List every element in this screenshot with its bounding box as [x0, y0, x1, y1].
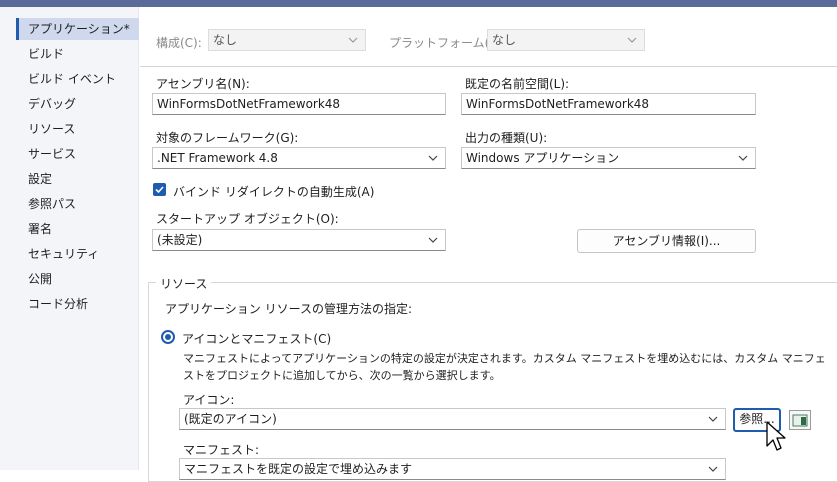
- manifest-dropdown[interactable]: マニフェストを既定の設定で埋め込みます: [179, 458, 726, 480]
- sidebar-item-label: デバッグ: [28, 97, 77, 111]
- sidebar-item-application[interactable]: アプリケーション*: [16, 18, 139, 40]
- icon-manifest-option-label[interactable]: アイコンとマニフェスト(C): [182, 330, 331, 347]
- sidebar-item-label: 参照パス: [28, 197, 77, 211]
- output-type-value: Windows アプリケーション: [466, 151, 620, 165]
- resources-description: アプリケーション リソースの管理方法の指定:: [165, 302, 413, 316]
- sidebar-item-label: ビルド イベント: [28, 72, 116, 86]
- icon-value: (既定のアイコン): [184, 412, 277, 426]
- platform-value: なし: [492, 33, 517, 47]
- target-framework-label: 対象のフレームワーク(G):: [156, 131, 299, 145]
- sidebar-item-label: 公開: [28, 272, 53, 286]
- target-framework-value: .NET Framework 4.8: [157, 151, 278, 165]
- assembly-info-button[interactable]: アセンブリ情報(I)...: [577, 229, 756, 253]
- chevron-down-icon: [737, 148, 749, 168]
- sidebar-item-label: サービス: [28, 147, 77, 161]
- manifest-help-line-2: ストをプロジェクトに追加してから、次の一覧から選択します。: [183, 369, 501, 382]
- sidebar-item-label: リソース: [28, 122, 76, 136]
- sidebar-item-label: ビルド: [28, 47, 65, 61]
- output-type-dropdown[interactable]: Windows アプリケーション: [461, 147, 756, 169]
- startup-object-dropdown[interactable]: (未設定): [152, 229, 446, 251]
- sidebar-item-reference-paths[interactable]: 参照パス: [16, 193, 139, 215]
- default-namespace-input[interactable]: WinFormsDotNetFramework48: [461, 93, 756, 115]
- configuration-value: なし: [213, 33, 238, 47]
- sidebar-item-label: 署名: [28, 222, 53, 236]
- manifest-help-line-1: マニフェストによってアプリケーションの特定の設定が決定されます。カスタム マニフ…: [183, 352, 826, 365]
- configuration-dropdown[interactable]: なし: [208, 29, 366, 51]
- mouse-cursor-icon: [765, 420, 787, 457]
- assembly-name-input[interactable]: WinFormsDotNetFramework48: [152, 93, 446, 115]
- chevron-down-icon: [347, 30, 359, 50]
- sidebar-item-settings[interactable]: 設定: [16, 168, 139, 190]
- sidebar-item-label: セキュリティ: [28, 247, 100, 261]
- sidebar-item-publish[interactable]: 公開: [16, 268, 139, 290]
- config-separator: [140, 66, 837, 67]
- sidebar-item-code-analysis[interactable]: コード分析: [16, 293, 139, 315]
- sidebar-item-label: 設定: [28, 172, 53, 186]
- auto-binding-label[interactable]: バインド リダイレクトの自動生成(A): [173, 183, 374, 200]
- sidebar-item-label: アプリケーション*: [28, 22, 130, 36]
- sidebar-item-security[interactable]: セキュリティ: [16, 243, 139, 265]
- startup-object-value: (未設定): [157, 233, 203, 247]
- sidebar-item-build-events[interactable]: ビルド イベント: [16, 68, 139, 90]
- chevron-down-icon: [427, 230, 439, 250]
- sidebar-item-signing[interactable]: 署名: [16, 218, 139, 240]
- manifest-label: マニフェスト:: [183, 443, 260, 457]
- default-namespace-label: 既定の名前空間(L):: [465, 77, 570, 91]
- window-titlebar-strip: [0, 0, 837, 7]
- assembly-name-value: WinFormsDotNetFramework48: [157, 97, 341, 111]
- application-icon: [792, 414, 808, 427]
- sidebar-item-label: コード分析: [28, 297, 89, 311]
- property-pages-sidebar: アプリケーション* ビルド ビルド イベント デバッグ リソース サービス 設定…: [0, 7, 139, 470]
- sidebar-item-debug[interactable]: デバッグ: [16, 93, 139, 115]
- configuration-label: 構成(C):: [156, 36, 202, 50]
- checkmark-icon: [155, 186, 164, 194]
- icon-preview: [789, 410, 811, 430]
- assembly-name-label: アセンブリ名(N):: [156, 77, 250, 91]
- chevron-down-icon: [707, 459, 719, 479]
- resources-group-label: リソース: [156, 275, 212, 292]
- chevron-down-icon: [707, 409, 719, 429]
- icon-label: アイコン:: [183, 393, 235, 407]
- sidebar-item-services[interactable]: サービス: [16, 143, 139, 165]
- sidebar-item-resources[interactable]: リソース: [16, 118, 139, 140]
- platform-dropdown[interactable]: なし: [487, 29, 645, 51]
- icon-manifest-radio[interactable]: [161, 330, 175, 344]
- startup-object-label: スタートアップ オブジェクト(O):: [156, 212, 339, 226]
- target-framework-dropdown[interactable]: .NET Framework 4.8: [152, 147, 446, 169]
- manifest-value: マニフェストを既定の設定で埋め込みます: [184, 462, 413, 476]
- default-namespace-value: WinFormsDotNetFramework48: [466, 97, 650, 111]
- sidebar-item-build[interactable]: ビルド: [16, 43, 139, 65]
- icon-dropdown[interactable]: (既定のアイコン): [179, 408, 726, 430]
- chevron-down-icon: [427, 148, 439, 168]
- output-type-label: 出力の種類(U):: [465, 131, 548, 145]
- chevron-down-icon: [626, 30, 638, 50]
- auto-binding-checkbox[interactable]: [153, 183, 166, 196]
